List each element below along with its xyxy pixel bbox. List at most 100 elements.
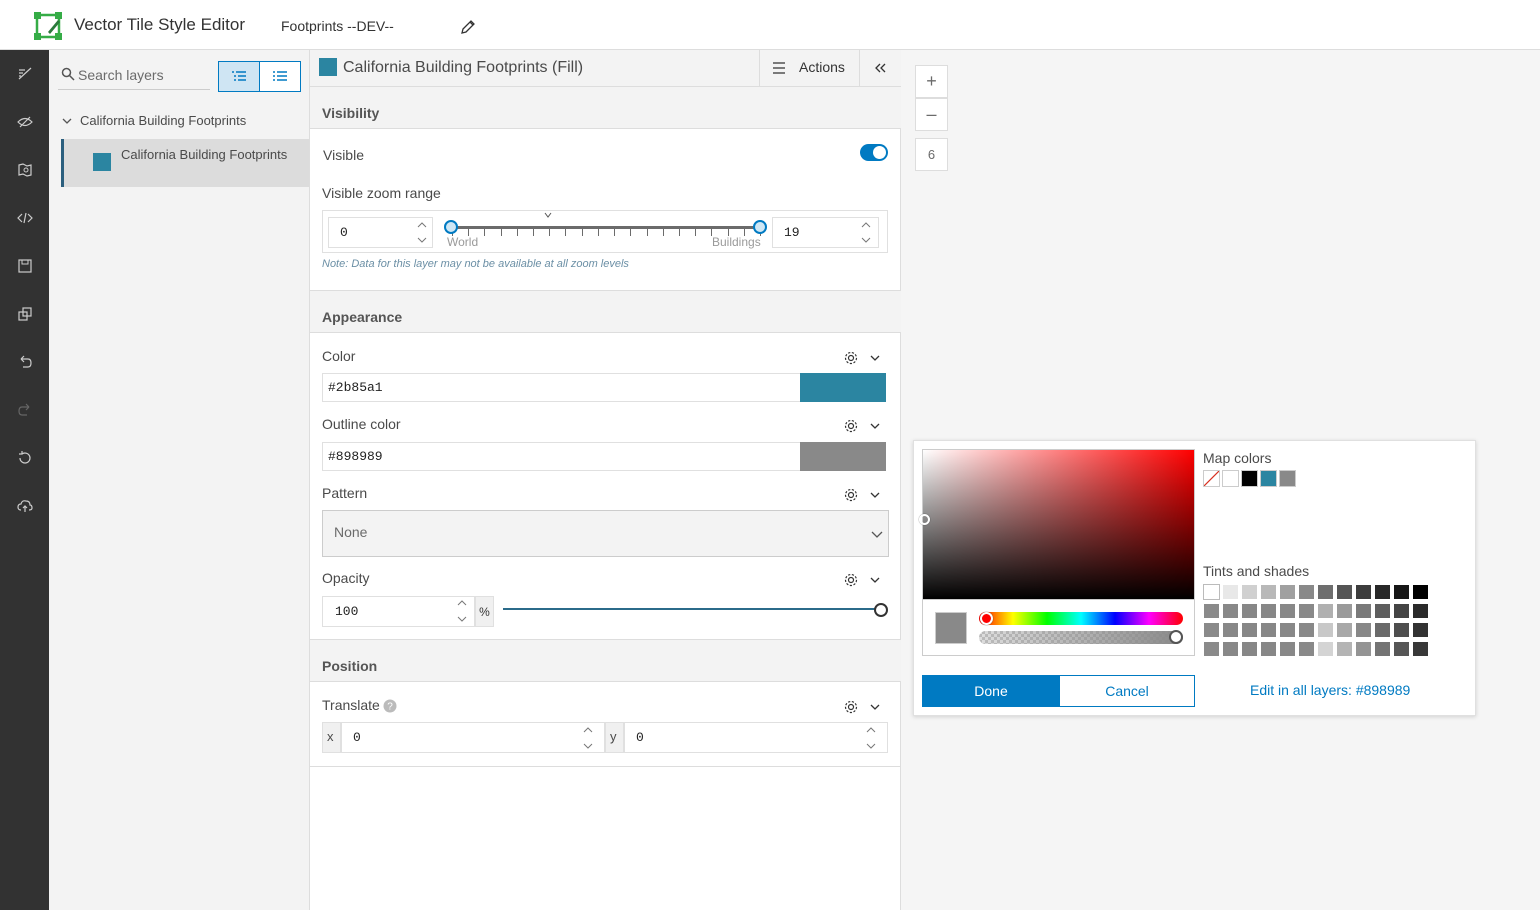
tint-swatch[interactable] <box>1279 603 1296 619</box>
tint-swatch[interactable] <box>1203 603 1220 619</box>
tint-swatch[interactable] <box>1222 584 1239 600</box>
gear-icon[interactable] <box>843 487 859 503</box>
undo-rail-button[interactable] <box>13 350 37 374</box>
translate-x-up-icon[interactable] <box>583 726 593 734</box>
chevron-down-icon[interactable] <box>869 489 881 501</box>
done-button[interactable]: Done <box>922 675 1060 707</box>
tint-swatch[interactable] <box>1317 622 1334 638</box>
tint-swatch[interactable] <box>1355 584 1372 600</box>
alpha-slider-handle[interactable] <box>1169 630 1183 644</box>
translate-x-down-icon[interactable] <box>583 742 593 750</box>
tint-swatch[interactable] <box>1222 641 1239 657</box>
translate-y-input[interactable] <box>624 722 888 753</box>
tint-swatch[interactable] <box>1374 622 1391 638</box>
saturation-value-handle[interactable] <box>919 514 930 525</box>
tint-swatch[interactable] <box>1260 622 1277 638</box>
tint-swatch[interactable] <box>1279 641 1296 657</box>
redo-rail-button[interactable] <box>13 398 37 422</box>
tint-swatch[interactable] <box>1241 603 1258 619</box>
translate-y-down-icon[interactable] <box>866 742 876 750</box>
map-rail-button[interactable] <box>13 158 37 182</box>
upload-rail-button[interactable] <box>13 494 37 518</box>
zoom-in-button[interactable]: + <box>915 65 948 98</box>
tint-swatch[interactable] <box>1298 641 1315 657</box>
map-color-none[interactable] <box>1203 470 1220 487</box>
flat-list-button[interactable] <box>260 62 300 91</box>
tint-swatch[interactable] <box>1222 622 1239 638</box>
hue-slider-handle[interactable] <box>980 612 993 625</box>
color-swatch[interactable] <box>800 373 886 402</box>
tint-swatch[interactable] <box>1317 603 1334 619</box>
tint-swatch[interactable] <box>1374 584 1391 600</box>
tint-swatch[interactable] <box>1279 622 1296 638</box>
tint-swatch[interactable] <box>1393 622 1410 638</box>
cancel-button[interactable]: Cancel <box>1059 675 1195 707</box>
zoom-slider-track[interactable] <box>452 226 760 229</box>
tint-swatch[interactable] <box>1317 641 1334 657</box>
reset-rail-button[interactable] <box>13 446 37 470</box>
map-color-black[interactable] <box>1241 470 1258 487</box>
tint-swatch[interactable] <box>1355 603 1372 619</box>
min-zoom-up-icon[interactable] <box>417 221 427 229</box>
opacity-slider-handle[interactable] <box>874 603 888 617</box>
tint-swatch[interactable] <box>1317 584 1334 600</box>
outline-color-swatch[interactable] <box>800 442 886 471</box>
max-zoom-handle[interactable] <box>753 220 767 234</box>
tint-swatch[interactable] <box>1241 584 1258 600</box>
translate-y-up-icon[interactable] <box>866 726 876 734</box>
tint-swatch[interactable] <box>1374 641 1391 657</box>
map-color-teal[interactable] <box>1260 470 1277 487</box>
visibility-rail-button[interactable] <box>13 110 37 134</box>
min-zoom-handle[interactable] <box>444 220 458 234</box>
help-icon[interactable]: ? <box>383 699 397 713</box>
opacity-down-icon[interactable] <box>457 615 467 623</box>
tint-swatch[interactable] <box>1393 603 1410 619</box>
edit-all-layers-link[interactable]: Edit in all layers: #898989 <box>1250 682 1410 698</box>
tint-swatch[interactable] <box>1241 641 1258 657</box>
map-color-white[interactable] <box>1222 470 1239 487</box>
tint-swatch[interactable] <box>1355 641 1372 657</box>
tint-swatch[interactable] <box>1241 622 1258 638</box>
tint-swatch[interactable] <box>1412 622 1429 638</box>
position-section-header[interactable] <box>310 639 901 682</box>
tint-swatch[interactable] <box>1203 584 1220 600</box>
copy-rail-button[interactable] <box>13 302 37 326</box>
hue-slider[interactable] <box>979 612 1183 625</box>
pattern-select[interactable] <box>322 510 889 557</box>
chevron-down-icon[interactable] <box>61 115 73 127</box>
opacity-up-icon[interactable] <box>457 599 467 607</box>
tint-swatch[interactable] <box>1260 584 1277 600</box>
code-rail-button[interactable] <box>13 206 37 230</box>
tree-view-button[interactable] <box>219 62 260 91</box>
tint-swatch[interactable] <box>1412 603 1429 619</box>
tint-swatch[interactable] <box>1336 622 1353 638</box>
tint-swatch[interactable] <box>1260 603 1277 619</box>
tint-swatch[interactable] <box>1336 584 1353 600</box>
tint-swatch[interactable] <box>1298 584 1315 600</box>
tint-swatch[interactable] <box>1412 641 1429 657</box>
tint-swatch[interactable] <box>1412 584 1429 600</box>
min-zoom-down-icon[interactable] <box>417 236 427 244</box>
tint-swatch[interactable] <box>1203 641 1220 657</box>
tint-swatch[interactable] <box>1393 641 1410 657</box>
chevron-down-icon[interactable] <box>869 420 881 432</box>
tint-swatch[interactable] <box>1222 603 1239 619</box>
save-rail-button[interactable] <box>13 254 37 278</box>
tint-swatch[interactable] <box>1298 622 1315 638</box>
tint-swatch[interactable] <box>1336 641 1353 657</box>
gear-icon[interactable] <box>843 418 859 434</box>
tint-swatch[interactable] <box>1203 622 1220 638</box>
style-rail-button[interactable] <box>13 62 37 86</box>
tint-swatch[interactable] <box>1260 641 1277 657</box>
pencil-icon[interactable] <box>459 18 477 36</box>
map-color-gray[interactable] <box>1279 470 1296 487</box>
tint-swatch[interactable] <box>1279 584 1296 600</box>
tint-swatch[interactable] <box>1298 603 1315 619</box>
zoom-out-button[interactable]: – <box>915 98 948 131</box>
gear-icon[interactable] <box>843 350 859 366</box>
max-zoom-down-icon[interactable] <box>861 236 871 244</box>
tint-swatch[interactable] <box>1355 622 1372 638</box>
tint-swatch[interactable] <box>1393 584 1410 600</box>
chevron-down-icon[interactable] <box>869 701 881 713</box>
saturation-value-area[interactable] <box>922 449 1195 600</box>
